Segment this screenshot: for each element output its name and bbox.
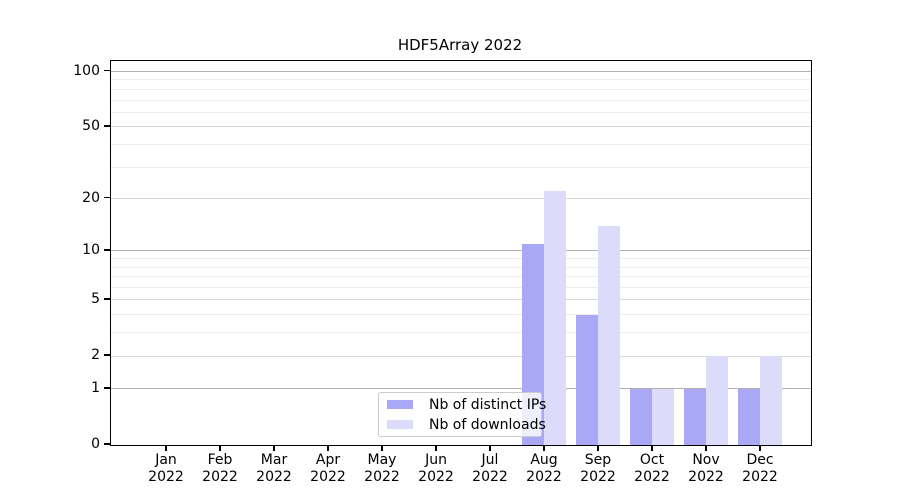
bar-ips-10 [684, 389, 706, 445]
x-tick-label-6: Jul2022 [460, 452, 520, 486]
legend: Nb of distinct IPs Nb of downloads [378, 392, 542, 437]
x-tick-label-8: Sep2022 [568, 452, 628, 486]
y-tick-label-5: 5 [52, 290, 100, 308]
bars-layer [111, 61, 811, 445]
y-tick-label-1: 1 [52, 379, 100, 397]
legend-label-distinct-ips: Nb of distinct IPs [429, 397, 546, 413]
bar-ips-11 [738, 389, 760, 445]
x-tick-mark-9 [651, 446, 653, 451]
x-tick-mark-0 [165, 446, 167, 451]
x-tick-label-2: Mar2022 [244, 452, 304, 486]
y-tick-mark-100 [104, 70, 110, 72]
y-tick-mark-2 [104, 354, 110, 356]
legend-item-downloads: Nb of downloads [387, 417, 533, 433]
bar-ips-8 [576, 315, 598, 445]
x-tick-mark-1 [219, 446, 221, 451]
chart-title: HDF5Array 2022 [110, 36, 810, 54]
x-tick-label-11: Dec2022 [730, 452, 790, 486]
x-tick-label-3: Apr2022 [298, 452, 358, 486]
bar-downloads-10 [706, 356, 728, 445]
y-tick-mark-5 [104, 298, 110, 300]
legend-swatch-distinct-ips [387, 400, 413, 409]
x-tick-label-4: May2022 [352, 452, 412, 486]
x-tick-mark-4 [381, 446, 383, 451]
y-tick-mark-10 [104, 249, 110, 251]
y-tick-mark-1 [104, 387, 110, 389]
x-tick-label-1: Feb2022 [190, 452, 250, 486]
x-tick-mark-5 [435, 446, 437, 451]
y-tick-mark-50 [104, 125, 110, 127]
bar-ips-9 [630, 389, 652, 445]
x-tick-mark-11 [759, 446, 761, 451]
legend-label-downloads: Nb of downloads [429, 417, 546, 433]
y-tick-label-0: 0 [52, 435, 100, 453]
y-tick-label-100: 100 [52, 62, 100, 80]
legend-item-distinct-ips: Nb of distinct IPs [387, 397, 533, 413]
x-tick-mark-3 [327, 446, 329, 451]
x-tick-label-9: Oct2022 [622, 452, 682, 486]
x-tick-mark-7 [543, 446, 545, 451]
x-tick-mark-10 [705, 446, 707, 451]
bar-downloads-8 [598, 226, 620, 445]
y-tick-label-50: 50 [52, 117, 100, 135]
x-tick-mark-6 [489, 446, 491, 451]
x-tick-mark-2 [273, 446, 275, 451]
x-tick-label-7: Aug2022 [514, 452, 574, 486]
x-tick-mark-8 [597, 446, 599, 451]
y-tick-mark-20 [104, 197, 110, 199]
y-tick-label-2: 2 [52, 346, 100, 364]
plot-area: Nb of distinct IPs Nb of downloads [110, 60, 812, 446]
bar-downloads-7 [544, 191, 566, 445]
legend-swatch-downloads [387, 420, 413, 429]
x-tick-label-5: Jun2022 [406, 452, 466, 486]
x-tick-label-0: Jan2022 [136, 452, 196, 486]
y-tick-mark-0 [104, 443, 110, 445]
bar-downloads-9 [652, 389, 674, 445]
bar-downloads-11 [760, 356, 782, 445]
y-tick-label-20: 20 [52, 189, 100, 207]
chart-figure: HDF5Array 2022 Nb of distinct IPs Nb of … [0, 0, 900, 500]
x-tick-label-10: Nov2022 [676, 452, 736, 486]
y-tick-label-10: 10 [52, 241, 100, 259]
